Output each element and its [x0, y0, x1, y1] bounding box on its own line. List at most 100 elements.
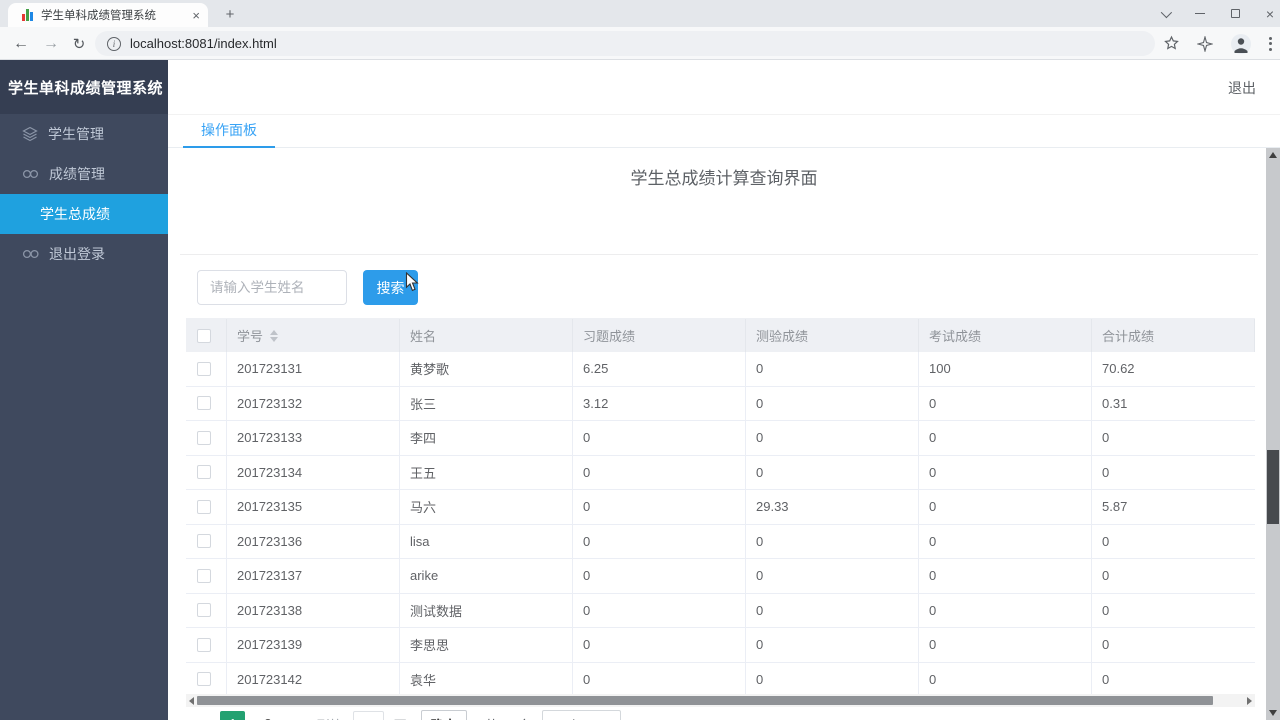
row-checkbox[interactable]: [197, 637, 211, 652]
page-prev-button[interactable]: ‹: [200, 715, 205, 720]
row-checkbox[interactable]: [197, 361, 211, 376]
search-bar: 搜索: [197, 270, 418, 305]
search-input[interactable]: [197, 270, 347, 305]
table-cell: 0: [1102, 637, 1110, 653]
sidebar-item-label: 成绩管理: [49, 166, 105, 182]
row-checkbox[interactable]: [197, 499, 211, 514]
page-next-button[interactable]: ›: [295, 715, 300, 720]
back-icon[interactable]: ←: [8, 27, 34, 60]
table-row: 201723139 李思思 0 0 0 0: [186, 628, 1255, 663]
row-checkbox[interactable]: [197, 534, 211, 549]
table-cell: 0: [746, 628, 919, 662]
logout-button[interactable]: 退出: [1228, 78, 1256, 98]
sidebar-item-student-total-grades[interactable]: 学生总成绩: [0, 194, 168, 234]
panel-tabs: 操作面板: [168, 115, 1280, 148]
row-checkbox[interactable]: [197, 568, 211, 583]
page-button-2[interactable]: 2: [255, 711, 280, 720]
scroll-right-icon[interactable]: [1247, 696, 1252, 705]
table-cell: 0: [919, 524, 1092, 558]
forward-icon[interactable]: →: [38, 27, 64, 60]
table-cell: 201723131: [227, 352, 400, 386]
window-maximize-icon[interactable]: [1230, 9, 1240, 18]
sidebar-item-grade-management[interactable]: 成绩管理: [0, 154, 168, 194]
table-cell: 0: [746, 386, 919, 420]
main-panel: 退出 操作面板 学生总成绩计算查询界面 搜索 学号: [168, 60, 1280, 720]
scroll-down-icon[interactable]: [1269, 710, 1277, 716]
row-checkbox[interactable]: [197, 603, 211, 618]
reload-icon[interactable]: ↻: [66, 27, 92, 60]
table-cell: 王五: [400, 455, 573, 489]
table-cell: 0: [919, 386, 1092, 420]
table-cell: 201723133: [227, 421, 400, 455]
page-size-label: 10 条/页: [551, 715, 597, 720]
browser-menu-icon[interactable]: [1269, 36, 1272, 51]
table-cell: 李四: [400, 421, 573, 455]
table-cell: 黄梦歌: [400, 352, 573, 386]
table-cell: 0: [919, 559, 1092, 593]
row-checkbox[interactable]: [197, 465, 211, 480]
table-cell: 马六: [400, 490, 573, 524]
table-cell: 0: [919, 593, 1092, 627]
column-header-student-id[interactable]: 学号: [227, 319, 400, 352]
vertical-scroll-thumb[interactable]: [1267, 450, 1279, 524]
sidebar-item-student-management[interactable]: 学生管理: [0, 114, 168, 154]
app-frame: 学生单科成绩管理系统 学生管理 成绩管理 学生总成绩 退出登录 退出 操作面板 …: [0, 60, 1280, 720]
window-chevron-icon[interactable]: [1160, 6, 1172, 18]
row-checkbox[interactable]: [197, 396, 211, 411]
column-header-exam-score: 考试成绩: [919, 319, 1092, 352]
column-label: 合计成绩: [1102, 329, 1155, 344]
vertical-scrollbar[interactable]: [1266, 148, 1280, 720]
column-header-quiz-score: 测验成绩: [746, 319, 919, 352]
window-close-icon[interactable]: ×: [1266, 7, 1274, 21]
scroll-left-icon[interactable]: [189, 696, 194, 705]
confirm-button[interactable]: 确定: [420, 710, 467, 720]
table-cell: 0: [573, 628, 746, 662]
browser-tab[interactable]: 学生单科成绩管理系统 ×: [8, 3, 208, 27]
tab-close-icon[interactable]: ×: [192, 8, 200, 23]
table-cell: 0.31: [1102, 395, 1128, 411]
row-checkbox[interactable]: [197, 430, 211, 445]
new-tab-button[interactable]: +: [218, 4, 242, 26]
app-title: 学生单科成绩管理系统: [0, 60, 168, 114]
table-cell: 0: [573, 524, 746, 558]
window-minimize-icon[interactable]: [1194, 12, 1205, 15]
sort-icon[interactable]: [270, 329, 279, 342]
select-all-checkbox[interactable]: [197, 328, 211, 343]
page-size-select[interactable]: 10 条/页: [542, 710, 622, 720]
table-cell: lisa: [400, 524, 573, 558]
row-checkbox[interactable]: [197, 672, 211, 687]
scroll-up-icon[interactable]: [1269, 152, 1277, 158]
table-row: 201723138 测试数据 0 0 0 0: [186, 593, 1255, 628]
horizontal-scrollbar[interactable]: [186, 694, 1255, 707]
table-cell: 70.62: [1102, 361, 1135, 377]
table-row: 201723132 张三 3.12 0 0 0.31: [186, 386, 1255, 421]
sidebar-item-label: 学生管理: [48, 126, 104, 142]
table-cell: 201723134: [227, 455, 400, 489]
table-cell: 201723136: [227, 524, 400, 558]
collections-icon[interactable]: [1197, 35, 1213, 52]
table-cell: 0: [746, 455, 919, 489]
screen: 学生单科成绩管理系统 × + × ← → ↻ i localhost:8081/…: [0, 0, 1280, 720]
table-cell: 袁华: [400, 662, 573, 696]
table-cell: 0: [1102, 430, 1110, 446]
sidebar-item-label: 学生总成绩: [40, 206, 110, 222]
table-cell: 0: [919, 421, 1092, 455]
table-cell: 0: [919, 455, 1092, 489]
sidebar-item-logout[interactable]: 退出登录: [0, 234, 168, 274]
column-header-exercise-score: 习题成绩: [573, 319, 746, 352]
goto-page-input[interactable]: [352, 711, 384, 720]
tab-operation-panel[interactable]: 操作面板: [183, 115, 275, 148]
table-cell: 0: [919, 662, 1092, 696]
site-info-icon[interactable]: i: [107, 36, 121, 51]
table-cell: 201723137: [227, 559, 400, 593]
profile-avatar-icon[interactable]: [1230, 33, 1252, 55]
horizontal-scroll-thumb[interactable]: [197, 696, 1213, 705]
total-count-label: 共 16 条: [485, 715, 533, 720]
table-cell: 201723132: [227, 386, 400, 420]
sidebar: 学生单科成绩管理系统 学生管理 成绩管理 学生总成绩 退出登录: [0, 60, 168, 720]
table-cell: 0: [573, 490, 746, 524]
address-bar[interactable]: i localhost:8081/index.html: [95, 31, 1155, 56]
page-button-1[interactable]: 1: [220, 711, 246, 720]
favorites-icon[interactable]: [1163, 35, 1180, 52]
content-area: 学生总成绩计算查询界面 搜索 学号 姓名 习题成绩: [168, 148, 1280, 720]
